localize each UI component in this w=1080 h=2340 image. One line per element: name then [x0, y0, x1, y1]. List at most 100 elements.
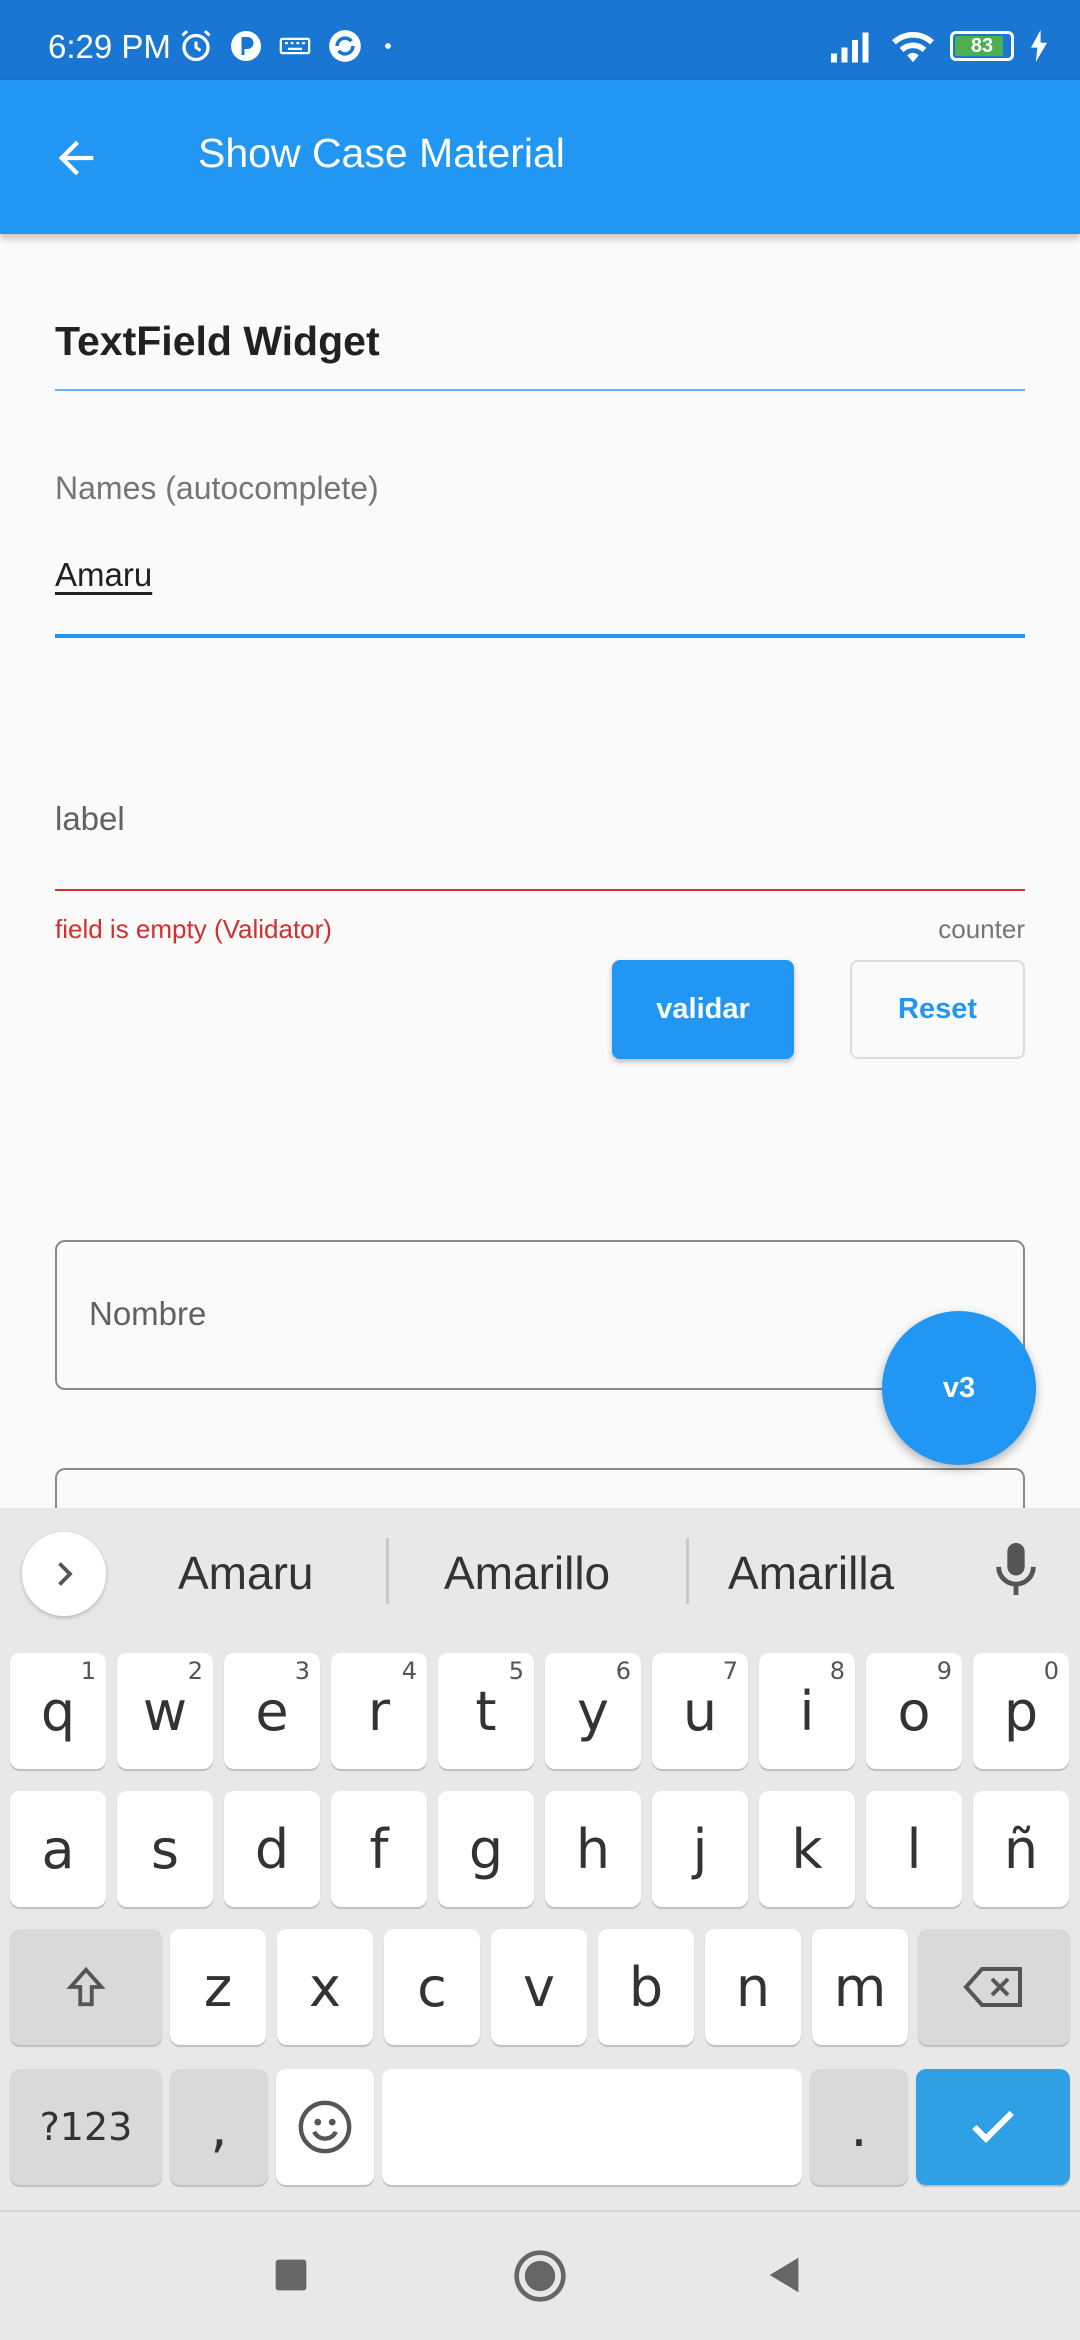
status-bar: 6:29 PM 83 [0, 0, 1080, 80]
sync-icon [329, 30, 361, 62]
key-label: y [577, 1679, 609, 1743]
back-nav-button[interactable] [762, 2252, 808, 2298]
app-icon [231, 31, 261, 61]
key-l[interactable]: l [866, 1791, 962, 1907]
check-icon [972, 2110, 1014, 2143]
keyboard-icon [279, 37, 311, 55]
period-key[interactable]: . [810, 2069, 908, 2185]
key-r[interactable]: r4 [331, 1653, 427, 1769]
system-nav-bar [0, 2210, 1080, 2340]
shift-icon [66, 1966, 106, 2007]
shift-key[interactable] [10, 1929, 162, 2045]
key-h[interactable]: h [545, 1791, 641, 1907]
key-label: r [367, 1679, 391, 1743]
key-number-hint: 3 [294, 1657, 310, 1685]
voice-input-button[interactable] [990, 1538, 1042, 1605]
status-left-icons [178, 26, 398, 66]
suggestion-separator [686, 1538, 689, 1604]
enter-key[interactable] [916, 2069, 1070, 2185]
key-m[interactable]: m [812, 1929, 908, 2045]
key-label: e [255, 1679, 289, 1743]
key-d[interactable]: d [224, 1791, 320, 1907]
key-number-hint: 1 [80, 1657, 96, 1685]
key-ñ[interactable]: ñ [973, 1791, 1069, 1907]
key-number-hint: 6 [615, 1657, 631, 1685]
backspace-icon [963, 1967, 1022, 2007]
key-s[interactable]: s [117, 1791, 213, 1907]
fab-button[interactable]: v3 [882, 1311, 1036, 1465]
key-x[interactable]: x [277, 1929, 373, 2045]
key-f[interactable]: f [331, 1791, 427, 1907]
suggestion-separator [386, 1538, 389, 1604]
space-key[interactable] [382, 2069, 802, 2185]
key-label: i [799, 1679, 815, 1743]
suggestion-item[interactable]: Amarillo [444, 1546, 610, 1600]
key-c[interactable]: c [384, 1929, 480, 2045]
signal-icon [831, 32, 869, 63]
suggestion-bar: Amaru Amarillo Amarilla [0, 1508, 1080, 1638]
key-number-hint: 8 [829, 1657, 845, 1685]
wifi-icon [892, 31, 934, 63]
key-o[interactable]: o9 [866, 1653, 962, 1769]
key-b[interactable]: b [598, 1929, 694, 2045]
triangle-back-icon [769, 2257, 799, 2293]
key-number-hint: 0 [1043, 1657, 1059, 1685]
validar-button[interactable]: validar [612, 960, 794, 1059]
key-a[interactable]: a [10, 1791, 106, 1907]
label-field-input[interactable]: label [55, 800, 125, 838]
label-field-underline [55, 889, 1025, 891]
recents-button[interactable] [268, 2252, 314, 2298]
key-label: t [475, 1679, 497, 1743]
key-j[interactable]: j [652, 1791, 748, 1907]
key-y[interactable]: y6 [545, 1653, 641, 1769]
names-field-underline [55, 634, 1025, 638]
key-number-hint: 4 [401, 1657, 417, 1685]
nombre-field[interactable]: Nombre [55, 1240, 1025, 1390]
names-field-label: Names (autocomplete) [55, 470, 379, 506]
key-q[interactable]: q1 [10, 1653, 106, 1769]
key-number-hint: 7 [722, 1657, 738, 1685]
status-right-icons: 83 [828, 26, 1050, 66]
key-number-hint: 2 [187, 1657, 203, 1685]
key-t[interactable]: t5 [438, 1653, 534, 1769]
key-z[interactable]: z [170, 1929, 266, 2045]
chevron-right-icon [58, 1562, 73, 1586]
key-n[interactable]: n [705, 1929, 801, 2045]
names-field-input[interactable]: Amaru [55, 556, 152, 594]
key-k[interactable]: k [759, 1791, 855, 1907]
status-time: 6:29 PM [48, 28, 171, 65]
charging-icon [1031, 30, 1047, 62]
home-button[interactable] [512, 2248, 568, 2304]
key-number-hint: 9 [936, 1657, 952, 1685]
key-g[interactable]: g [438, 1791, 534, 1907]
key-label: o [897, 1679, 931, 1743]
key-w[interactable]: w2 [117, 1653, 213, 1769]
symbols-key[interactable]: ?123 [10, 2069, 162, 2185]
key-label: q [40, 1679, 76, 1743]
section-title: TextField Widget [55, 318, 380, 364]
mic-icon [996, 1543, 1036, 1595]
back-button[interactable] [40, 122, 112, 194]
suggestion-item[interactable]: Amaru [178, 1546, 313, 1600]
emoji-key[interactable] [276, 2069, 374, 2185]
reset-button[interactable]: Reset [850, 960, 1025, 1059]
app-bar: Show Case Material [0, 80, 1080, 234]
key-label: u [682, 1679, 718, 1743]
key-e[interactable]: e3 [224, 1653, 320, 1769]
square-icon [275, 2259, 307, 2291]
home-circle-icon [514, 2250, 566, 2302]
label-field-counter: counter [938, 914, 1025, 944]
key-label: w [142, 1679, 188, 1743]
label-field-error: field is empty (Validator) [55, 914, 332, 944]
key-u[interactable]: u7 [652, 1653, 748, 1769]
key-label: p [1003, 1679, 1039, 1743]
key-i[interactable]: i8 [759, 1653, 855, 1769]
key-v[interactable]: v [491, 1929, 587, 2045]
expand-toolbar-button[interactable] [22, 1532, 106, 1616]
arrow-back-icon [58, 140, 94, 176]
backspace-key[interactable] [918, 1929, 1070, 2045]
suggestion-item[interactable]: Amarilla [728, 1546, 894, 1600]
key-p[interactable]: p0 [973, 1653, 1069, 1769]
section-divider [55, 389, 1025, 391]
comma-key[interactable]: , [170, 2069, 268, 2185]
